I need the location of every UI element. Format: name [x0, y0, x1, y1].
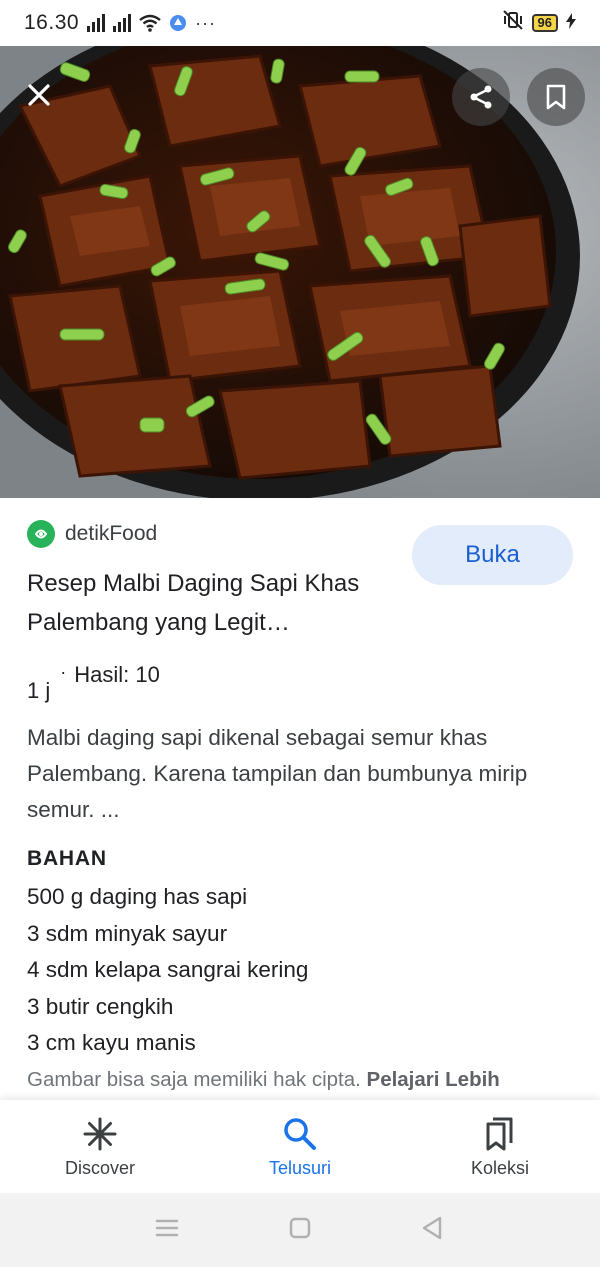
close-icon: [28, 84, 50, 106]
nav-search-label: Telusuri: [268, 1158, 332, 1178]
back-triangle-icon: [422, 1216, 442, 1239]
cook-time: 1 j: [27, 678, 51, 703]
bookmark-icon: [546, 84, 566, 110]
recipe-meta: 1 j · Hasil: 10: [27, 662, 160, 704]
ingredient-item: 3 butir cengkih: [27, 993, 174, 1019]
ingredient-item: 500 g daging has sapi: [27, 884, 248, 909]
status-time: 16.30: [24, 11, 80, 34]
recipe-yield: Hasil: 10: [74, 662, 160, 687]
nav-discover[interactable]: Discover: [0, 1100, 200, 1193]
recipe-image[interactable]: [0, 46, 600, 498]
nav-discover-label: Discover: [64, 1158, 135, 1178]
ingredient-item: 3 cm kayu manis: [27, 1030, 196, 1055]
nav-search[interactable]: Telusuri: [200, 1100, 400, 1193]
home-square-icon: [289, 1217, 311, 1238]
vibrate-off-icon: [502, 10, 524, 36]
detikfood-logo-icon: [27, 520, 55, 548]
asterisk-icon: [83, 1117, 117, 1151]
menu-icon: [155, 1219, 179, 1236]
copyright-notice: Gambar bisa saja memiliki hak cipta. Pel…: [27, 1068, 600, 1092]
back-button[interactable]: [420, 1215, 446, 1246]
search-icon: [284, 1118, 316, 1150]
system-navigation: [0, 1193, 600, 1267]
learn-more-link[interactable]: Pelajari Lebih: [367, 1068, 500, 1091]
more-notifications-icon: ···: [195, 12, 217, 33]
close-button[interactable]: [12, 68, 66, 122]
open-button[interactable]: Buka: [412, 525, 573, 585]
wifi-icon: [139, 14, 161, 32]
bottom-navigation: Discover Telusuri Koleksi: [0, 1100, 600, 1193]
nav-collections-label: Koleksi: [470, 1158, 530, 1178]
signal-icon: [87, 14, 106, 32]
beef-dish-illustration: [0, 46, 600, 498]
ingredient-item: 4 sdm kelapa sangrai kering: [27, 957, 309, 982]
source-row[interactable]: detikFood: [27, 520, 157, 548]
charging-icon: [566, 12, 576, 35]
status-bar: 16.30 ··· 96: [0, 0, 600, 46]
home-button[interactable]: [288, 1216, 312, 1245]
share-icon: [470, 85, 492, 109]
recipe-title[interactable]: Resep Malbi Daging Sapi Khas Palembang y…: [27, 564, 407, 642]
battery-indicator: 96: [531, 14, 558, 32]
collections-icon: [486, 1117, 513, 1151]
ingredient-item: 3 sdm minyak sayur: [27, 920, 228, 946]
source-name: detikFood: [65, 522, 158, 545]
recent-apps-button[interactable]: [154, 1217, 180, 1244]
nav-collections[interactable]: Koleksi: [400, 1100, 600, 1193]
app-notification-icon: [169, 14, 187, 32]
copyright-text: Gambar bisa saja memiliki hak cipta.: [27, 1068, 367, 1091]
ingredients-heading: BAHAN: [27, 847, 107, 870]
signal-icon: [113, 14, 132, 32]
share-button[interactable]: [452, 68, 510, 126]
bookmark-button[interactable]: [527, 68, 585, 126]
ingredients-list: 500 g daging has sapi 3 sdm minyak sayur…: [27, 879, 308, 1062]
meta-separator: ·: [60, 662, 67, 682]
recipe-description: Malbi daging sapi dikenal sebagai semur …: [27, 725, 528, 822]
